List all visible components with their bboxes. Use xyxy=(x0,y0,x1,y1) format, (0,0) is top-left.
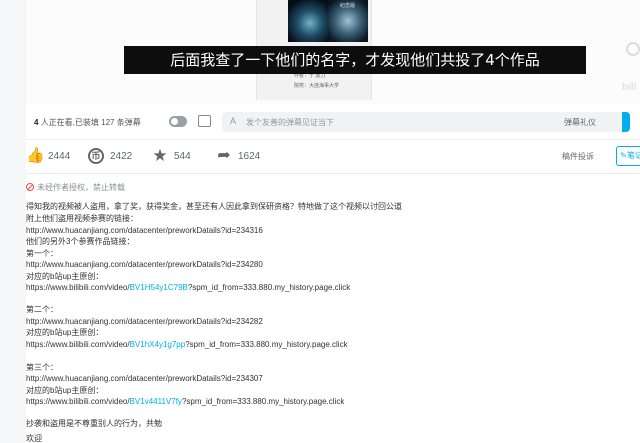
description-line: http://www.huacanjiang.com/datacenter/pr… xyxy=(26,226,263,235)
like-count: 2444 xyxy=(48,151,71,162)
overlay-circle-icon xyxy=(626,42,640,56)
reprint-notice-text: 未经作者授权，禁止转载 xyxy=(37,183,125,192)
viewer-text: 人正在看,已装填 xyxy=(40,118,99,127)
share-icon: ➦ xyxy=(217,147,231,164)
video-toolbar: 👍 2444 币 2422 ★ 544 ➦ 1624 稿件投诉 ✎ 笔记 xyxy=(26,140,640,174)
report-link[interactable]: 稿件投诉 xyxy=(562,151,594,162)
note-button[interactable]: ✎ 笔记 xyxy=(616,146,640,166)
description-line: 对应的b站up主原创： xyxy=(26,386,104,395)
danmaku-send-button[interactable] xyxy=(622,112,630,132)
watermark-text: bili xyxy=(622,82,637,93)
video-school-line: 院校：大连海事大学 xyxy=(294,83,340,89)
favorite-icon: ★ xyxy=(152,146,168,165)
danmaku-input[interactable]: A 发个友善的弹幕见证当下 弹幕礼仪 xyxy=(222,112,630,132)
url-prefix: https://www.bilibili.com/video/ xyxy=(26,283,130,292)
viewer-status: 4 人正在看,已装填 127 条弹幕 xyxy=(34,117,141,128)
url-suffix: ?spm_id_from=333.880.my_history.page.cli… xyxy=(185,340,348,349)
video-description: 未经作者授权，禁止转载 得知我的视频被人盗用，拿了奖，获得奖金，甚至还有人因此拿… xyxy=(26,174,640,443)
url-suffix: ?spm_id_from=333.880.my_history.page.cli… xyxy=(187,283,351,292)
coin-count: 2422 xyxy=(110,151,133,162)
url-prefix: https://www.bilibili.com/video/ xyxy=(26,397,130,406)
favorite-count: 544 xyxy=(174,151,191,162)
danmaku-count: 127 xyxy=(101,118,115,127)
share-count: 1624 xyxy=(238,151,261,162)
description-line: http://www.huacanjiang.com/datacenter/pr… xyxy=(26,317,263,326)
bv-video-link[interactable]: BV1v4411V7fy xyxy=(130,397,182,406)
video-thumbnail-earth xyxy=(288,0,328,42)
note-icon: ✎ xyxy=(620,151,627,160)
description-line: 对应的b站up主原创： xyxy=(26,272,104,281)
description-line: 对应的b站up主原创： xyxy=(26,328,104,337)
description-line: 欢迎 xyxy=(26,434,42,443)
viewer-count: 4 xyxy=(34,118,39,127)
like-icon: 👍 xyxy=(26,147,45,164)
video-subtitle: 后面我查了一下他们的名字，才发现他们共投了4个作品 xyxy=(124,46,586,74)
thumbnail-caption: 纪念版 xyxy=(340,3,356,9)
description-line: http://www.huacanjiang.com/datacenter/pr… xyxy=(26,260,263,269)
description-line: 第一个： xyxy=(26,249,58,258)
description-line[interactable]: https://www.bilibili.com/video/BV1v4411V… xyxy=(26,397,344,407)
description-line: 他们的另外3个参赛作品链接： xyxy=(26,237,135,246)
description-line[interactable]: https://www.bilibili.com/video/BV1hX4y1g… xyxy=(26,340,348,350)
url-prefix: https://www.bilibili.com/video/ xyxy=(26,340,130,349)
danmaku-settings-icon[interactable] xyxy=(198,115,211,127)
danmaku-bar: 4 人正在看,已装填 127 条弹幕 A 发个友善的弹幕见证当下 弹幕礼仪 xyxy=(26,104,640,140)
description-line: 抄袭和盗用是不尊重别人的行为，共勉 xyxy=(26,419,162,428)
note-label: 笔记 xyxy=(627,151,640,160)
description-line: 第三个： xyxy=(26,363,58,372)
description-line[interactable]: https://www.bilibili.com/video/BV1H54y1C… xyxy=(26,283,350,293)
danmaku-etiquette-link[interactable]: 弹幕礼仪 xyxy=(564,117,596,128)
no-reprint-icon xyxy=(26,183,34,191)
danmaku-toggle-icon[interactable] xyxy=(169,116,187,127)
danmaku-placeholder: 发个友善的弹幕见证当下 xyxy=(246,118,334,127)
player-side-overlay: bili xyxy=(612,36,640,100)
description-line: 附上他们盗用视频参赛的链接： xyxy=(26,214,138,223)
coin-icon: 币 xyxy=(88,148,104,164)
description-line: http://www.huacanjiang.com/datacenter/pr… xyxy=(26,374,263,383)
bv-video-link[interactable]: BV1hX4y1g7pp xyxy=(130,340,186,349)
bv-video-link[interactable]: BV1H54y1C79B xyxy=(130,283,188,292)
description-line: 得知我的视频被人盗用，拿了奖，获得奖金，甚至还有人因此拿到保研资格？特地做了这个… xyxy=(26,202,402,211)
reprint-notice: 未经作者授权，禁止转载 xyxy=(26,182,125,193)
danmaku-suffix: 条弹幕 xyxy=(116,118,141,127)
description-line: 第二个： xyxy=(26,305,58,314)
font-style-icon[interactable]: A xyxy=(230,116,236,126)
url-suffix: ?spm_id_from=333.880.my_history.page.cli… xyxy=(181,397,345,406)
